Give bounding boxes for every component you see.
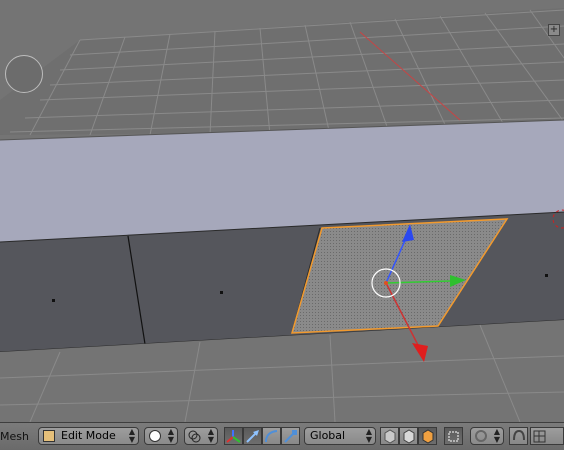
limit-selection-icon (448, 431, 459, 442)
translate-manipulator-button[interactable] (243, 427, 262, 445)
proportional-edit-selector[interactable]: ▲ ▼ (470, 427, 504, 445)
rotate-manipulator-button[interactable] (262, 427, 281, 445)
snap-element-selector[interactable] (530, 427, 564, 445)
snap-icon (513, 429, 525, 441)
vertex-select-icon (384, 429, 396, 444)
translate-manipulator-icon (246, 430, 259, 443)
viewport-shading-selector[interactable]: ▲ ▼ (144, 427, 178, 445)
edit-mode-icon (43, 430, 55, 442)
edge-select-icon (403, 429, 415, 444)
chevron-updown-icon: ▲ ▼ (128, 427, 135, 444)
chevron-updown-icon: ▲ ▼ (207, 427, 214, 444)
chevron-updown-icon: ▲ ▼ (167, 427, 174, 444)
limit-selection-button[interactable] (444, 427, 463, 445)
pivot-point-icon (188, 430, 201, 443)
pivot-point-selector[interactable]: ▲ ▼ (184, 427, 218, 445)
3d-viewport[interactable]: + (0, 0, 564, 422)
manipulator-toggle-button[interactable] (224, 427, 243, 445)
transform-orientation-selector[interactable]: Global ▲ ▼ (304, 427, 376, 445)
rotate-manipulator-icon (265, 430, 278, 443)
manipulator-toggle-icon (226, 430, 241, 443)
mode-selector[interactable]: Edit Mode ▲ ▼ (38, 427, 139, 445)
scale-manipulator-icon (284, 430, 297, 443)
viewport-header: Mesh Edit Mode ▲ ▼ ▲ ▼ ▲ ▼ Global ▲ ▼ ▲ … (0, 422, 564, 450)
snap-element-icon (533, 430, 546, 443)
expand-icon[interactable]: + (548, 24, 560, 36)
mode-label: Edit Mode (61, 429, 116, 442)
orientation-label: Global (310, 429, 346, 442)
navigation-gizmo[interactable] (5, 55, 43, 93)
scale-manipulator-button[interactable] (281, 427, 300, 445)
edge-select-button[interactable] (399, 427, 418, 445)
vertex-select-button[interactable] (380, 427, 399, 445)
viewport-shading-icon (149, 430, 161, 442)
chevron-updown-icon: ▲ ▼ (493, 427, 500, 444)
mesh-label: Mesh (0, 430, 29, 443)
viewport-scene[interactable] (0, 0, 564, 422)
face-select-icon (422, 429, 434, 444)
face-select-button[interactable] (418, 427, 437, 445)
snap-button[interactable] (509, 427, 528, 445)
proportional-edit-icon (475, 430, 487, 442)
chevron-updown-icon: ▲ ▼ (365, 427, 372, 444)
